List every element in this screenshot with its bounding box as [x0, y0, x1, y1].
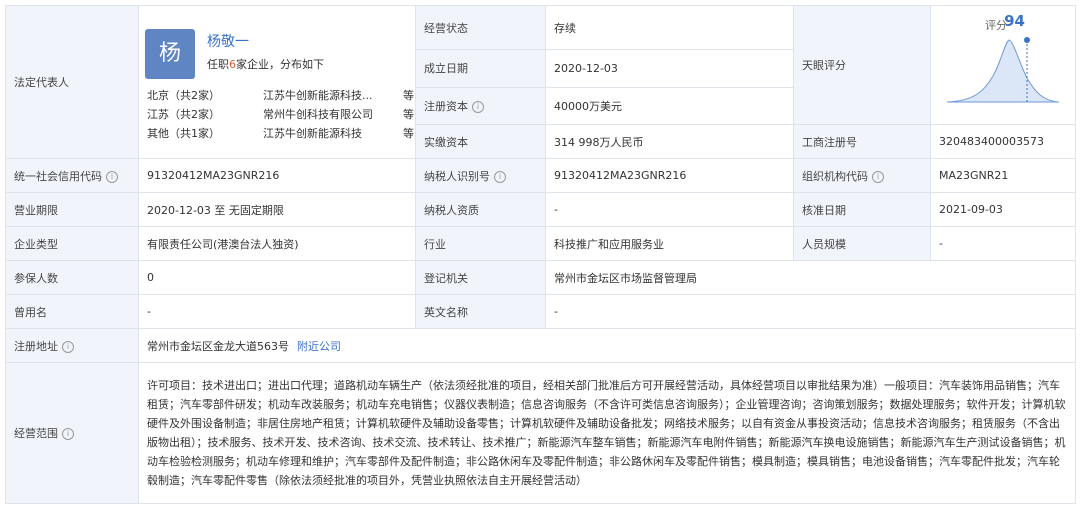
- region-suffix: 等: [403, 89, 414, 102]
- reg-capital-value: 40000万美元: [545, 86, 794, 126]
- paid-capital-label: 实缴资本: [415, 124, 546, 159]
- score-marker-dot: [1024, 37, 1030, 43]
- legal-rep-company-count: 6: [229, 58, 236, 71]
- company-type-label: 企业类型: [5, 226, 139, 261]
- legal-rep-avatar[interactable]: 杨: [145, 29, 195, 79]
- info-icon[interactable]: i: [472, 100, 484, 113]
- info-icon[interactable]: i: [872, 170, 884, 183]
- insured-label: 参保人数: [5, 260, 139, 295]
- legal-rep-name-link[interactable]: 杨敬一: [207, 31, 249, 51]
- english-name-value: -: [545, 294, 1076, 329]
- company-info-table: 法定代表人 杨 杨敬一 任职6家企业，分布如下 北京（共2家） 江苏牛创新能源科…: [5, 4, 1076, 504]
- reg-no-value: 320483400003573: [930, 124, 1076, 159]
- approval-date-value: 2021-09-03: [930, 192, 1076, 227]
- term-label: 营业期限: [5, 192, 139, 227]
- company-type-value: 有限责任公司(港澳台法人独资): [138, 226, 416, 261]
- credit-code-label: 统一社会信用代码 i: [5, 158, 139, 193]
- reg-authority-value: 常州市金坛区市场监督管理局: [545, 260, 1076, 295]
- region-name: 其他（共1家）: [147, 127, 220, 140]
- legal-rep-label: 法定代表人: [5, 5, 139, 159]
- info-icon[interactable]: i: [62, 428, 74, 440]
- region-company: 常州牛创科技有限公司: [263, 108, 373, 121]
- taxpayer-qual-label: 纳税人资质: [415, 192, 546, 227]
- address-label-text: 注册地址: [14, 339, 58, 353]
- legal-rep-summary: 任职6家企业，分布如下: [207, 56, 324, 72]
- reg-capital-label-text: 注册资本: [424, 99, 468, 113]
- taxpayer-id-label: 纳税人识别号 i: [415, 158, 546, 193]
- nearby-companies-link[interactable]: 附近公司: [297, 340, 341, 353]
- taxpayer-qual-value: -: [545, 192, 794, 227]
- term-value: 2020-12-03 至 无固定期限: [138, 192, 416, 227]
- industry-label: 行业: [415, 226, 546, 261]
- region-company: 江苏牛创新能源科技...: [263, 89, 373, 102]
- staff-size-value: -: [930, 226, 1076, 261]
- address-value: 常州市金坛区金龙大道563号: [147, 339, 289, 353]
- info-icon[interactable]: i: [106, 170, 118, 183]
- taxpayer-id-label-text: 纳税人识别号: [424, 169, 490, 183]
- scope-label: 经营范围 i: [5, 362, 139, 504]
- tianyan-score-cell[interactable]: 评分 94: [930, 5, 1076, 125]
- former-name-value: -: [138, 294, 416, 329]
- org-code-label: 组织机构代码 i: [793, 158, 931, 193]
- score-distribution-chart: [946, 37, 1060, 103]
- scope-value: 许可项目：技术进出口；进出口代理；道路机动车辆生产（依法须经批准的项目，经相关部…: [138, 362, 1076, 504]
- tianyan-score-label: 天眼评分: [793, 5, 931, 125]
- english-name-label: 英文名称: [415, 294, 546, 329]
- credit-code-label-text: 统一社会信用代码: [14, 169, 102, 183]
- reg-no-label: 工商注册号: [793, 124, 931, 159]
- former-name-label: 曾用名: [5, 294, 139, 329]
- paid-capital-value: 314 998万人民币: [545, 124, 794, 159]
- reg-authority-label: 登记机关: [415, 260, 546, 295]
- org-code-label-text: 组织机构代码: [802, 169, 868, 183]
- approval-date-label: 核准日期: [793, 192, 931, 227]
- address-value-cell: 常州市金坛区金龙大道563号 附近公司: [138, 328, 1076, 363]
- region-name: 北京（共2家）: [147, 89, 220, 102]
- region-company: 江苏牛创新能源科技: [263, 127, 362, 140]
- founded-value: 2020-12-03: [545, 49, 794, 88]
- score-bell-curve: [946, 39, 1060, 103]
- info-icon[interactable]: i: [494, 170, 506, 183]
- reg-capital-label: 注册资本 i: [415, 86, 546, 126]
- org-code-value: MA23GNR21: [930, 158, 1076, 193]
- legal-rep-summary-pre: 任职: [207, 58, 229, 71]
- legal-rep-summary-post: 家企业，分布如下: [236, 58, 324, 71]
- region-name: 江苏（共2家）: [147, 108, 220, 121]
- staff-size-label: 人员规模: [793, 226, 931, 261]
- region-suffix: 等: [403, 108, 414, 121]
- industry-value: 科技推广和应用服务业: [545, 226, 794, 261]
- founded-label: 成立日期: [415, 49, 546, 88]
- region-suffix: 等: [403, 127, 414, 140]
- scope-label-text: 经营范围: [14, 427, 58, 440]
- status-value: 存续: [545, 4, 794, 51]
- status-label: 经营状态: [415, 4, 546, 51]
- credit-code-value: 91320412MA23GNR216: [138, 158, 416, 193]
- company-info-panel: 法定代表人 杨 杨敬一 任职6家企业，分布如下 北京（共2家） 江苏牛创新能源科…: [5, 4, 1076, 506]
- taxpayer-id-value: 91320412MA23GNR216: [545, 158, 794, 193]
- insured-value: 0: [138, 260, 416, 295]
- info-icon[interactable]: i: [62, 340, 74, 353]
- address-label: 注册地址 i: [5, 328, 139, 363]
- legal-rep-cell: 杨 杨敬一 任职6家企业，分布如下 北京（共2家） 江苏牛创新能源科技... 等…: [138, 5, 416, 159]
